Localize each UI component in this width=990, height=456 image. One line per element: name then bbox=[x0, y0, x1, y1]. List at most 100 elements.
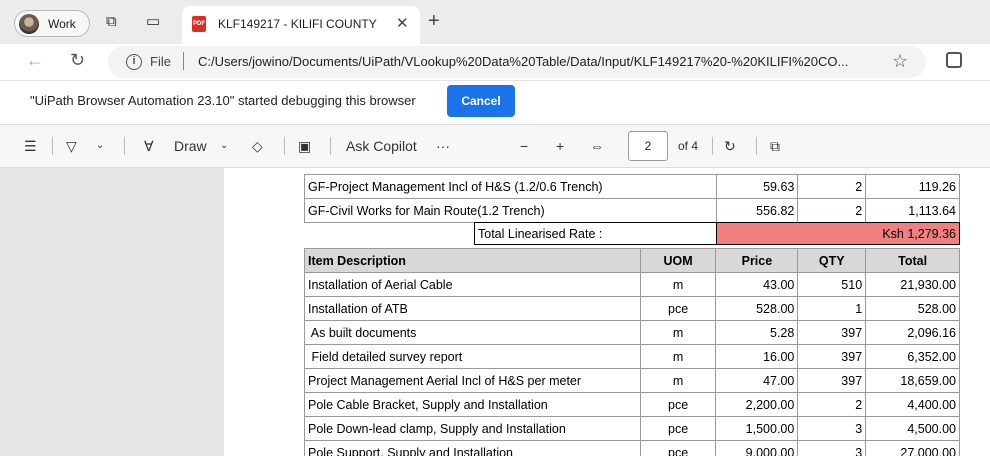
cell-qty: 1 bbox=[797, 296, 867, 321]
header-price: Price bbox=[715, 248, 799, 273]
table-header-row: Item Description UOM Price QTY Total bbox=[304, 248, 960, 273]
linearised-table: GF-Project Management Incl of H&S (1.2/0… bbox=[304, 174, 960, 223]
cell-desc: Installation of ATB bbox=[304, 296, 641, 321]
cell-uom: pce bbox=[639, 440, 717, 456]
profile-button[interactable]: Work bbox=[14, 10, 90, 37]
toolbar-divider bbox=[284, 137, 285, 155]
cell-uom: pce bbox=[639, 416, 717, 441]
extension-icon[interactable] bbox=[946, 52, 962, 68]
cell-qty: 2 bbox=[797, 392, 867, 417]
page-number-input[interactable]: 2 bbox=[628, 131, 668, 161]
cell-price: 9,000.00 bbox=[715, 440, 799, 456]
ask-copilot-button[interactable]: Ask Copilot bbox=[346, 137, 417, 155]
cell-desc: GF-Project Management Incl of H&S (1.2/0… bbox=[304, 174, 717, 199]
tab-actions-icon[interactable]: ▭ bbox=[146, 12, 160, 32]
pdf-icon: PDF bbox=[192, 16, 206, 32]
cell-uom: m bbox=[639, 368, 717, 393]
table-row: Pole Down-lead clamp, Supply and Install… bbox=[304, 416, 960, 441]
url-text[interactable]: C:/Users/jowino/Documents/UiPath/VLookup… bbox=[198, 54, 888, 69]
cell-total: 119.26 bbox=[865, 174, 960, 199]
cell-desc: Pole Cable Bracket, Supply and Installat… bbox=[304, 392, 641, 417]
navigation-bar: ← ↻ i File C:/Users/jowino/Documents/UiP… bbox=[0, 44, 990, 80]
cell-uom: pce bbox=[639, 392, 717, 417]
cell-price: 528.00 bbox=[715, 296, 799, 321]
close-tab-icon[interactable]: ✕ bbox=[396, 14, 409, 32]
table-row: Pole Cable Bracket, Supply and Installat… bbox=[304, 392, 960, 417]
cell-price: 1,500.00 bbox=[715, 416, 799, 441]
chevron-down-icon[interactable]: ⌄ bbox=[220, 137, 228, 155]
cell-total: 18,659.00 bbox=[865, 368, 960, 393]
new-tab-icon[interactable]: + bbox=[428, 11, 440, 31]
cell-qty: 397 bbox=[797, 368, 867, 393]
cell-desc: Pole Support, Supply and Installation bbox=[304, 440, 641, 456]
tab-title: KLF149217 - KILIFI COUNTY HOS bbox=[218, 17, 378, 31]
cell-price: 16.00 bbox=[715, 344, 799, 369]
eraser-icon[interactable]: ◇ bbox=[252, 137, 263, 155]
cell-total: 4,500.00 bbox=[865, 416, 960, 441]
contents-icon[interactable]: ☰ bbox=[24, 137, 37, 155]
fit-page-icon[interactable]: ⇔ bbox=[590, 137, 604, 155]
table-row: Installation of Aerial Cable m 43.00 510… bbox=[304, 272, 960, 297]
page-view-icon[interactable]: ⧉ bbox=[770, 137, 780, 155]
header-qty: QTY bbox=[797, 248, 867, 273]
cell-total: 6,352.00 bbox=[865, 344, 960, 369]
cell-desc: Installation of Aerial Cable bbox=[304, 272, 641, 297]
total-linearised-row: Total Linearised Rate : Ksh 1,279.36 bbox=[474, 222, 961, 245]
cell-desc: GF-Civil Works for Main Route(1.2 Trench… bbox=[304, 198, 717, 223]
cell-total: 27,000.00 bbox=[865, 440, 960, 456]
cell-uom: pce bbox=[639, 296, 717, 321]
page-total: of 4 bbox=[678, 139, 699, 153]
header-total: Total bbox=[865, 248, 960, 273]
cell-desc: As built documents bbox=[304, 320, 641, 345]
cancel-button[interactable]: Cancel bbox=[447, 85, 515, 117]
info-icon[interactable]: i bbox=[126, 54, 142, 70]
pdf-toolbar: ☰ ▽ ⌄ ∀ Draw ⌄ ◇ ▣ Ask Copilot ··· − + ⇔… bbox=[0, 124, 990, 168]
total-linearised-label: Total Linearised Rate : bbox=[474, 222, 717, 245]
items-table: Item Description UOM Price QTY Total Ins… bbox=[304, 248, 960, 456]
cell-price: 5.28 bbox=[715, 320, 799, 345]
toolbar-divider bbox=[712, 137, 713, 155]
avatar bbox=[19, 14, 39, 34]
pdf-viewer[interactable]: GF-Project Management Incl of H&S (1.2/0… bbox=[0, 168, 990, 456]
rotate-icon[interactable]: ↻ bbox=[724, 137, 736, 155]
draw-icon[interactable]: ∀ bbox=[144, 137, 154, 155]
back-icon[interactable]: ← bbox=[26, 50, 44, 71]
highlight-icon[interactable]: ▽ bbox=[66, 137, 77, 155]
toolbar-divider bbox=[330, 137, 331, 155]
url-separator bbox=[183, 52, 184, 70]
cell-qty: 510 bbox=[797, 272, 867, 297]
debugging-infobar: "UiPath Browser Automation 23.10" starte… bbox=[0, 80, 990, 124]
chevron-down-icon[interactable]: ⌄ bbox=[96, 137, 104, 155]
cell-total: 4,400.00 bbox=[865, 392, 960, 417]
toolbar-divider bbox=[756, 137, 757, 155]
table-row: GF-Project Management Incl of H&S (1.2/0… bbox=[304, 174, 960, 199]
cell-qty: 2 bbox=[797, 174, 867, 199]
cell-desc: Field detailed survey report bbox=[304, 344, 641, 369]
cell-total: 2,096.16 bbox=[865, 320, 960, 345]
tab-active[interactable]: PDF KLF149217 - KILIFI COUNTY HOS ✕ bbox=[182, 6, 420, 44]
draw-button[interactable]: Draw bbox=[174, 137, 207, 155]
cell-qty: 2 bbox=[797, 198, 867, 223]
address-bar[interactable]: i File C:/Users/jowino/Documents/UiPath/… bbox=[108, 46, 926, 78]
cell-price: 2,200.00 bbox=[715, 392, 799, 417]
cell-total: 1,113.64 bbox=[865, 198, 960, 223]
total-linearised-value: Ksh 1,279.36 bbox=[715, 222, 961, 245]
text-icon[interactable]: ▣ bbox=[298, 137, 311, 155]
url-scheme: File bbox=[150, 54, 171, 69]
cell-price: 47.00 bbox=[715, 368, 799, 393]
cell-uom: m bbox=[639, 272, 717, 297]
profile-label: Work bbox=[48, 17, 76, 31]
cell-price: 43.00 bbox=[715, 272, 799, 297]
toolbar-divider bbox=[52, 137, 53, 155]
refresh-icon[interactable]: ↻ bbox=[70, 50, 85, 71]
cell-total: 21,930.00 bbox=[865, 272, 960, 297]
cell-qty: 3 bbox=[797, 440, 867, 456]
table-row: Installation of ATB pce 528.00 1 528.00 bbox=[304, 296, 960, 321]
cell-qty: 397 bbox=[797, 344, 867, 369]
toolbar-divider bbox=[124, 137, 125, 155]
workspaces-icon[interactable]: ⧉ bbox=[106, 12, 117, 32]
favorite-star-icon[interactable]: ☆ bbox=[892, 51, 908, 72]
zoom-in-icon[interactable]: + bbox=[556, 137, 564, 155]
more-options-icon[interactable]: ··· bbox=[436, 137, 450, 155]
zoom-out-icon[interactable]: − bbox=[520, 137, 528, 155]
